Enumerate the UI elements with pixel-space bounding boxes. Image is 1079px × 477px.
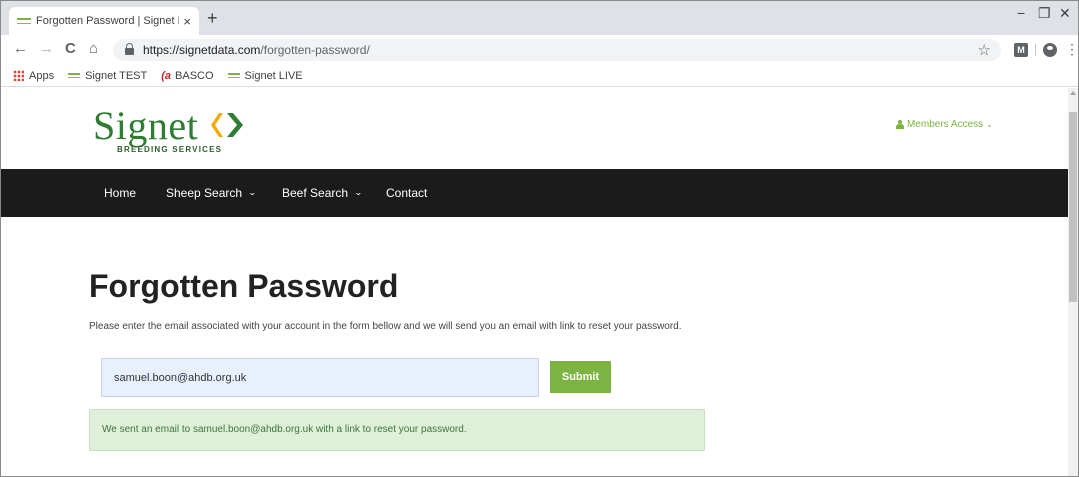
close-tab-icon[interactable]: ×	[183, 14, 191, 29]
new-tab-button[interactable]: +	[207, 7, 218, 29]
bookmark-signet-test[interactable]: Signet TEST	[68, 70, 147, 82]
minimize-icon[interactable]: −	[1017, 5, 1025, 21]
submit-button[interactable]: Submit	[550, 361, 611, 393]
apps-grid-icon	[13, 70, 24, 81]
bookmarks-bar: Apps Signet TEST (a BASCO Signet LIVE	[1, 65, 1078, 87]
address-bar[interactable]: https://signetdata.com/forgotten-passwor…	[113, 39, 1001, 61]
logo-tagline: BREEDING SERVICES	[117, 145, 223, 154]
bookmark-apps[interactable]: Apps	[13, 70, 54, 82]
lock-icon[interactable]	[125, 43, 134, 55]
restore-icon[interactable]: ❐	[1038, 5, 1051, 22]
bookmark-star-icon[interactable]: ☆	[978, 41, 991, 59]
bookmark-basco[interactable]: (a BASCO	[161, 70, 213, 82]
browser-window: Forgotten Password | Signet Brec × + − ❐…	[0, 0, 1079, 477]
members-access-label: Members Access	[907, 119, 984, 130]
browser-tab[interactable]: Forgotten Password | Signet Brec ×	[9, 7, 199, 35]
nav-beef-search[interactable]: Beef Search ⌄	[282, 169, 363, 217]
logo-chevrons-icon	[211, 113, 243, 137]
logo-wordmark: Signet	[93, 103, 199, 148]
user-icon	[896, 120, 904, 129]
window-close-icon[interactable]: ✕	[1059, 5, 1071, 22]
intro-text: Please enter the email associated with y…	[89, 321, 682, 332]
signet-favicon-icon	[227, 73, 240, 78]
chevron-down-icon: ⌄	[248, 188, 257, 197]
basco-favicon-icon: (a	[161, 69, 172, 82]
page-title: Forgotten Password	[89, 268, 399, 304]
success-alert: We sent an email to samuel.boon@ahdb.org…	[89, 409, 705, 451]
email-field[interactable]	[101, 358, 539, 397]
home-icon[interactable]: ⌂	[89, 40, 98, 57]
page-viewport: Signet BREEDING SERVICES Members Access …	[1, 88, 1068, 476]
page-scrollbar[interactable]	[1068, 88, 1078, 476]
nav-contact[interactable]: Contact	[386, 169, 427, 217]
profile-icon[interactable]	[1043, 43, 1057, 57]
back-icon[interactable]: ←	[13, 40, 28, 57]
chevron-down-icon: ⌄	[354, 188, 363, 197]
signet-favicon-icon	[17, 18, 31, 24]
extension-m-icon[interactable]: M	[1014, 43, 1028, 57]
nav-sheep-search[interactable]: Sheep Search ⌄	[166, 169, 257, 217]
tab-strip: Forgotten Password | Signet Brec × + − ❐…	[1, 1, 1078, 35]
tab-title: Forgotten Password | Signet Brec	[36, 15, 179, 27]
toolbar-divider	[1035, 44, 1036, 56]
signet-logo[interactable]: Signet BREEDING SERVICES	[93, 106, 253, 156]
chevron-down-icon: ⌄	[986, 120, 993, 129]
menu-icon[interactable]: ⋮	[1065, 41, 1078, 58]
browser-toolbar: ← → C ⌂ https://signetdata.com/forgotten…	[1, 35, 1078, 65]
reload-icon[interactable]: C	[65, 40, 76, 57]
members-access-dropdown[interactable]: Members Access ⌄	[896, 119, 993, 130]
signet-favicon-icon	[68, 73, 81, 78]
nav-home[interactable]: Home	[104, 169, 136, 217]
bookmark-signet-live[interactable]: Signet LIVE	[227, 70, 303, 82]
scroll-up-icon[interactable]	[1070, 91, 1076, 95]
scrollbar-thumb[interactable]	[1069, 112, 1077, 302]
main-navbar: Home Sheep Search ⌄ Beef Search ⌄ Contac…	[1, 169, 1068, 217]
url-text: https://signetdata.com/forgotten-passwor…	[143, 43, 370, 57]
forward-icon[interactable]: →	[39, 40, 54, 57]
